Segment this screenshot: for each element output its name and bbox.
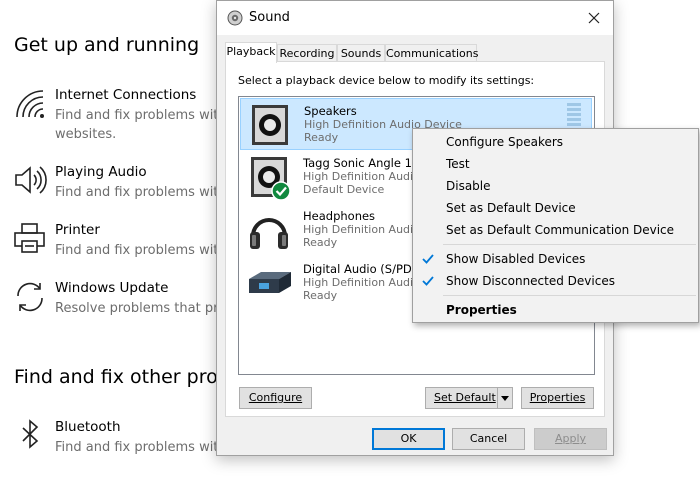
troubleshooter-bluetooth[interactable]: Bluetooth Find and fix problems with bbox=[13, 419, 225, 479]
apply-button[interactable]: Apply bbox=[534, 428, 607, 450]
checkmark-icon bbox=[422, 254, 434, 264]
sound-app-icon bbox=[227, 10, 243, 26]
troubleshooter-windows-update[interactable]: Windows Update Resolve problems that pre bbox=[13, 280, 225, 340]
instruction-text: Select a playback device below to modify… bbox=[238, 74, 535, 87]
menu-item-test[interactable]: Test bbox=[413, 153, 698, 175]
update-icon bbox=[17, 282, 43, 312]
menu-item-disable[interactable]: Disable bbox=[413, 175, 698, 197]
tab-sounds[interactable]: Sounds bbox=[337, 44, 385, 62]
bluetooth-icon bbox=[22, 419, 39, 449]
menu-item-set-default-communication[interactable]: Set as Default Communication Device bbox=[413, 219, 698, 241]
troubleshooter-description: Resolve problems that pre bbox=[55, 301, 225, 316]
tab-playback[interactable]: Playback bbox=[225, 42, 277, 63]
troubleshooter-playing-audio[interactable]: Playing Audio Find and fix problems with bbox=[13, 164, 225, 224]
tab-recording[interactable]: Recording bbox=[277, 44, 337, 62]
troubleshooter-description: Find and fix problems with bbox=[55, 243, 225, 258]
cancel-button[interactable]: Cancel bbox=[452, 428, 525, 450]
device-name: Headphones bbox=[303, 209, 376, 223]
printer-icon bbox=[14, 223, 45, 253]
wifi-icon bbox=[16, 90, 44, 118]
menu-item-set-default-device[interactable]: Set as Default Device bbox=[413, 197, 698, 219]
menu-item-show-disabled-devices[interactable]: Show Disabled Devices bbox=[413, 248, 698, 270]
speaker-device-icon bbox=[252, 105, 288, 145]
troubleshooter-title: Windows Update bbox=[55, 280, 169, 296]
ok-button[interactable]: OK bbox=[372, 428, 445, 450]
menu-item-properties[interactable]: Properties bbox=[413, 299, 698, 321]
menu-separator bbox=[443, 295, 696, 296]
menu-separator bbox=[443, 244, 696, 245]
tab-communications[interactable]: Communications bbox=[385, 44, 478, 62]
device-status: Default Device bbox=[303, 183, 385, 196]
troubleshooter-title: Internet Connections bbox=[55, 87, 197, 103]
troubleshooter-internet-connections[interactable]: Internet Connections Find and fix proble… bbox=[13, 87, 225, 147]
device-name: Digital Audio (S/PDIF) bbox=[303, 262, 427, 276]
title-bar[interactable]: Sound bbox=[217, 1, 613, 35]
speaker-icon bbox=[15, 166, 47, 194]
checkmark-icon bbox=[422, 276, 434, 286]
device-name: Tagg Sonic Angle 1 bbox=[303, 156, 412, 170]
troubleshooter-title: Playing Audio bbox=[55, 164, 147, 180]
menu-item-configure-speakers[interactable]: Configure Speakers bbox=[413, 131, 698, 153]
window-title: Sound bbox=[249, 10, 290, 25]
troubleshooter-title: Printer bbox=[55, 222, 100, 238]
troubleshooter-description: Find and fix problems with websites. bbox=[55, 108, 225, 142]
chevron-down-icon[interactable] bbox=[497, 388, 512, 408]
device-status: Ready bbox=[303, 236, 338, 249]
headphones-icon bbox=[250, 218, 288, 249]
menu-item-show-disconnected-devices[interactable]: Show Disconnected Devices bbox=[413, 270, 698, 292]
set-default-button[interactable]: Set Default bbox=[425, 387, 513, 409]
speaker-default-icon bbox=[251, 157, 291, 201]
section-title-get-up-and-running: Get up and running bbox=[14, 34, 200, 56]
troubleshooter-description: Find and fix problems with bbox=[55, 440, 225, 455]
device-status: Ready bbox=[303, 289, 338, 302]
device-context-menu: Configure Speakers Test Disable Set as D… bbox=[412, 128, 699, 323]
section-title-find-and-fix-other: Find and fix other prob bbox=[14, 366, 230, 388]
configure-button[interactable]: Configure bbox=[239, 387, 312, 409]
digital-audio-icon bbox=[249, 272, 291, 293]
troubleshooter-printer[interactable]: Printer Find and fix problems with bbox=[13, 222, 225, 282]
close-icon[interactable] bbox=[581, 5, 607, 31]
troubleshooter-title: Bluetooth bbox=[55, 419, 121, 435]
device-name: Speakers bbox=[304, 104, 357, 118]
device-status: Ready bbox=[304, 131, 339, 144]
troubleshooter-description: Find and fix problems with bbox=[55, 185, 225, 200]
device-properties-button[interactable]: Properties bbox=[521, 387, 594, 409]
